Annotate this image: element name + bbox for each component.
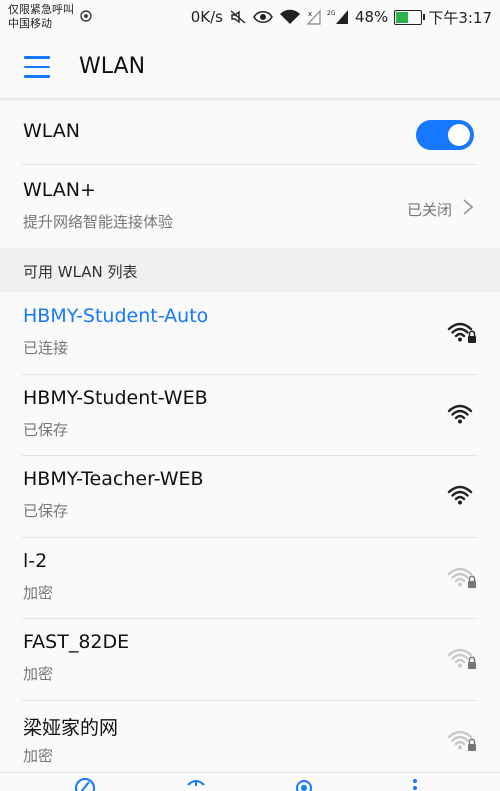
network-status: 已保存: [23, 420, 69, 439]
edit-icon[interactable]: [74, 777, 96, 791]
page-title: WLAN: [79, 54, 146, 79]
wifi-icon: [447, 485, 473, 505]
status-bar: 仅限紧急呼叫 中国移动 0K/s x 2G 48% 下午3:17: [0, 0, 500, 36]
network-status: 已连接: [23, 339, 69, 357]
network-ssid: HBMY-Student-WEB: [23, 386, 208, 409]
more-vertical-icon[interactable]: [404, 777, 426, 791]
network-status: 已保存: [23, 502, 69, 520]
wlan-toggle-row[interactable]: WLAN: [0, 100, 500, 164]
network-status: 加密: [23, 746, 54, 765]
network-item[interactable]: 梁娅家的网 加密: [0, 700, 500, 782]
hotspot-icon: [80, 10, 92, 22]
wifi-locked-icon: [447, 322, 476, 343]
status-right: 0K/s x 2G 48% 下午3:17: [191, 7, 492, 27]
battery-percent: 48%: [354, 8, 389, 26]
network-ssid: 梁娅家的网: [23, 716, 119, 739]
network-ssid: HBMY-Student-Auto: [23, 305, 209, 327]
network-ssid: l-2: [23, 549, 48, 572]
network-item[interactable]: FAST_82DE 加密: [0, 618, 500, 700]
network-status: 加密: [23, 583, 54, 602]
no-signal-icon: x: [306, 9, 321, 25]
battery-icon: [394, 9, 426, 25]
wlan-plus-row[interactable]: WLAN+ 提升网络智能连接体验 已关闭: [0, 165, 500, 248]
signal-2g-icon: 2G: [327, 10, 348, 24]
emergency-only-text: 仅限紧急呼叫: [8, 3, 74, 16]
network-item[interactable]: HBMY-Student-Auto 已连接: [0, 292, 500, 374]
mute-icon: [230, 10, 246, 24]
network-ssid: FAST_82DE: [23, 631, 130, 653]
gear-icon[interactable]: [293, 777, 315, 791]
chevron-right-icon: [463, 199, 474, 215]
network-status: 加密: [23, 665, 54, 683]
network-item[interactable]: l-2 加密: [0, 537, 500, 619]
wlan-toggle-label: WLAN: [23, 120, 81, 142]
wifi-locked-icon: [447, 567, 476, 588]
wifi-status-icon: [279, 9, 300, 24]
battery-fill: [396, 11, 408, 23]
wlan-plus-subtitle: 提升网络智能连接体验: [23, 213, 174, 231]
clock: 下午3:17: [428, 8, 492, 27]
bottom-toolbar: [0, 772, 500, 791]
app-bar: WLAN: [0, 36, 500, 98]
network-item[interactable]: HBMY-Teacher-WEB 已保存: [0, 455, 500, 537]
wlan-switch[interactable]: [416, 120, 474, 150]
wlan-plus-status: 已关闭: [406, 201, 452, 219]
network-type-label: 2G: [327, 10, 336, 17]
network-speed: 0K/s: [190, 8, 223, 26]
section-title: 可用 WLAN 列表: [23, 263, 138, 281]
wifi-locked-icon: [447, 648, 476, 669]
wlan-plus-title: WLAN+: [23, 179, 96, 201]
carrier-name: 中国移动: [8, 17, 52, 30]
menu-icon[interactable]: [24, 56, 50, 78]
wifi-signal-icon[interactable]: [185, 777, 207, 791]
wifi-icon: [447, 404, 473, 423]
wifi-locked-icon: [447, 730, 476, 751]
available-networks-header: 可用 WLAN 列表: [0, 248, 500, 292]
svg-text:x: x: [308, 10, 312, 18]
network-ssid: HBMY-Teacher-WEB: [23, 468, 204, 490]
carrier-info: 仅限紧急呼叫 中国移动: [8, 3, 74, 31]
network-item[interactable]: HBMY-Student-WEB 已保存: [0, 374, 500, 456]
eye-icon: [253, 11, 273, 23]
